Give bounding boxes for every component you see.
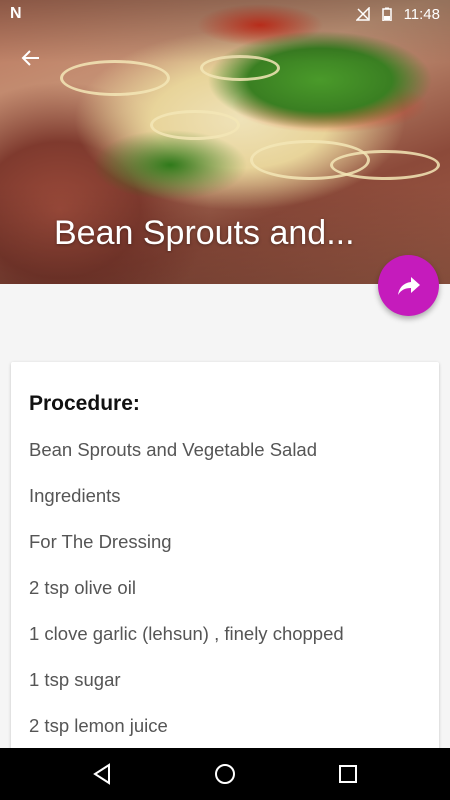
recipe-title: Bean Sprouts and... — [54, 214, 355, 252]
back-triangle-icon — [92, 763, 110, 785]
nav-back-button[interactable] — [82, 754, 122, 794]
procedure-line: Ingredients — [29, 485, 121, 506]
recents-square-icon — [339, 765, 358, 783]
system-nav-bar — [0, 748, 450, 800]
procedure-line: Bean Sprouts and Vegetable Salad — [29, 439, 318, 460]
nav-home-button[interactable] — [205, 754, 245, 794]
nav-recents-button[interactable] — [328, 754, 368, 794]
status-bar: N 11:48 — [0, 0, 450, 28]
procedure-card: Procedure: Bean Sprouts and Vegetable Sa… — [11, 362, 439, 762]
status-time: 11:48 — [403, 5, 440, 23]
procedure-heading: Procedure: — [29, 392, 140, 415]
share-arrow-icon — [397, 276, 420, 295]
signal-off-icon — [355, 7, 370, 21]
procedure-line: 1 clove garlic (lehsun) , finely chopped — [29, 623, 344, 644]
procedure-line: 1 tsp sugar — [29, 669, 121, 690]
battery-icon — [381, 7, 392, 21]
share-button[interactable] — [378, 255, 439, 316]
procedure-line: 2 tsp olive oil — [29, 577, 136, 598]
home-circle-icon — [214, 764, 235, 784]
back-button[interactable] — [14, 44, 48, 72]
app-notification-icon: N — [10, 5, 22, 22]
procedure-line: For The Dressing — [29, 531, 172, 552]
arrow-left-icon — [21, 50, 39, 66]
